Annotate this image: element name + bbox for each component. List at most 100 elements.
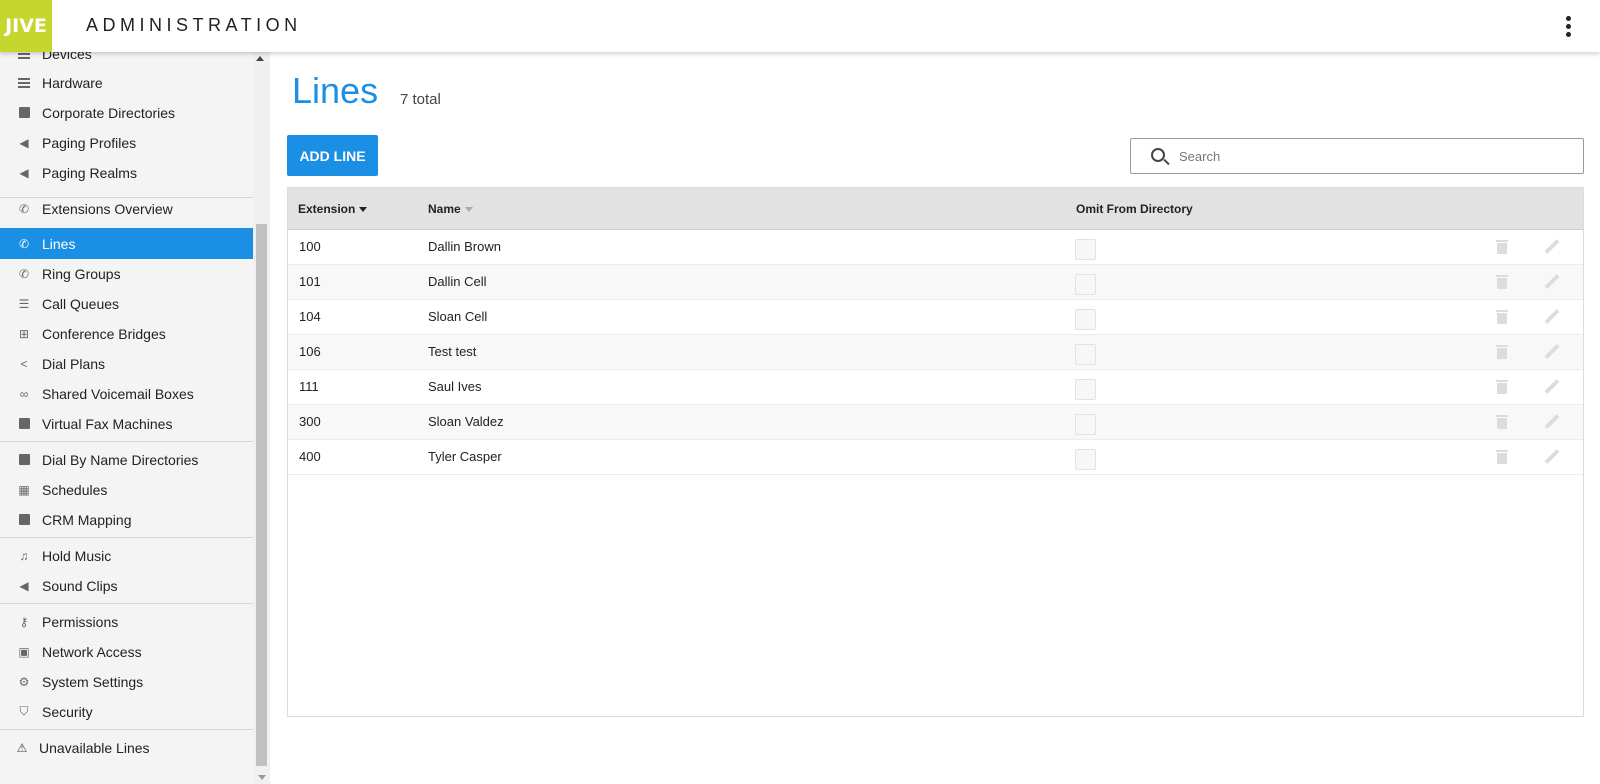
- sidebar-item-label: System Settings: [42, 673, 144, 690]
- sidebar-item-hardware[interactable]: Hardware: [0, 67, 253, 98]
- sidebar-item-label: Dial Plans: [42, 355, 106, 372]
- sidebar-item-unavailable-lines[interactable]: ⚠ Unavailable Lines: [0, 732, 253, 763]
- delete-icon[interactable]: [1496, 240, 1508, 255]
- edit-icon[interactable]: [1544, 379, 1560, 395]
- directory-icon: [17, 453, 31, 467]
- delete-icon[interactable]: [1496, 310, 1508, 325]
- megaphone-icon: ◀: [19, 135, 29, 150]
- delete-icon[interactable]: [1496, 380, 1508, 395]
- sidebar-item-label: Hardware: [42, 74, 103, 91]
- sidebar-item-label: Shared Voicemail Boxes: [42, 385, 194, 402]
- music-icon: ♫: [19, 548, 29, 563]
- sidebar-item-schedules[interactable]: ▦ Schedules: [0, 474, 253, 505]
- edit-icon[interactable]: [1544, 239, 1560, 255]
- table-row[interactable]: 300 Sloan Valdez: [288, 405, 1583, 440]
- add-line-button[interactable]: ADD LINE: [287, 135, 378, 176]
- name-cell: Dallin Cell: [428, 274, 487, 289]
- sidebar-item-security[interactable]: ⛉ Security: [0, 696, 253, 727]
- table-row[interactable]: 106 Test test: [288, 335, 1583, 370]
- phone-icon: ✆: [18, 201, 30, 216]
- sidebar-item-label: Permissions: [42, 613, 119, 630]
- edit-icon[interactable]: [1544, 449, 1560, 465]
- shield-icon: ⛉: [19, 704, 29, 718]
- table-row[interactable]: 100 Dallin Brown: [288, 230, 1583, 265]
- sidebar-item-ring-groups[interactable]: ✆ Ring Groups: [0, 258, 253, 289]
- edit-icon[interactable]: [1544, 309, 1560, 325]
- sidebar-item-virtual-fax-machines[interactable]: Virtual Fax Machines: [0, 408, 253, 439]
- column-header-omit-from-directory: Omit From Directory: [1076, 202, 1193, 216]
- column-header-label: Omit From Directory: [1076, 202, 1193, 216]
- sidebar-item-dial-by-name-directories[interactable]: Dial By Name Directories: [0, 444, 253, 475]
- sidebar-item-crm-mapping[interactable]: CRM Mapping: [0, 504, 253, 535]
- sidebar-item-network-access[interactable]: ▣ Network Access: [0, 636, 253, 667]
- delete-icon[interactable]: [1496, 345, 1508, 360]
- sidebar-item-label: Devices: [42, 52, 92, 62]
- delete-icon[interactable]: [1496, 415, 1508, 430]
- column-header-name[interactable]: Name: [428, 202, 473, 216]
- sidebar-item-label: Network Access: [42, 643, 142, 660]
- sidebar-item-label: Extensions Overview: [42, 200, 173, 217]
- scroll-down-arrow-icon[interactable]: [258, 775, 266, 780]
- sidebar-item-system-settings[interactable]: ⚙ System Settings: [0, 666, 253, 697]
- name-cell: Sloan Cell: [428, 309, 488, 324]
- search-box: [1130, 138, 1584, 174]
- sidebar-item-paging-profiles[interactable]: ◀ Paging Profiles: [0, 127, 253, 158]
- omit-from-directory-checkbox[interactable]: [1075, 309, 1096, 330]
- table-row[interactable]: 400 Tyler Casper: [288, 440, 1583, 475]
- page-title: Lines: [292, 70, 379, 111]
- edit-icon[interactable]: [1544, 274, 1560, 290]
- edit-icon[interactable]: [1544, 344, 1560, 360]
- column-header-extension[interactable]: Extension: [298, 202, 368, 216]
- extension-cell: 104: [299, 309, 321, 324]
- sidebar-item-shared-voicemail-boxes[interactable]: ∞ Shared Voicemail Boxes: [0, 378, 253, 409]
- megaphone-icon: ◀: [19, 165, 29, 180]
- sidebar-item-permissions[interactable]: ⚷ Permissions: [0, 606, 253, 637]
- sidebar-item-hold-music[interactable]: ♫ Hold Music: [0, 540, 253, 571]
- sidebar-item-sound-clips[interactable]: ◀ Sound Clips: [0, 570, 253, 601]
- sidebar-item-label: Security: [42, 703, 93, 720]
- omit-from-directory-checkbox[interactable]: [1075, 414, 1096, 435]
- extension-cell: 111: [299, 379, 319, 394]
- table-row[interactable]: 101 Dallin Cell: [288, 265, 1583, 300]
- edit-icon[interactable]: [1544, 414, 1560, 430]
- omit-from-directory-checkbox[interactable]: [1075, 344, 1096, 365]
- delete-icon[interactable]: [1496, 450, 1508, 465]
- scroll-up-arrow-icon[interactable]: [256, 56, 264, 61]
- more-menu-icon[interactable]: [1562, 16, 1574, 38]
- column-header-label: Extension: [298, 202, 356, 216]
- sidebar-item-lines[interactable]: ✆ Lines: [0, 228, 253, 259]
- name-cell: Dallin Brown: [428, 239, 501, 254]
- devices-icon: [17, 52, 31, 61]
- column-header-label: Name: [428, 202, 461, 216]
- extension-cell: 400: [299, 449, 321, 464]
- omit-from-directory-checkbox[interactable]: [1075, 239, 1096, 260]
- sidebar-divider: [0, 729, 253, 730]
- sidebar-item-extensions-overview[interactable]: ✆ Extensions Overview: [0, 193, 253, 224]
- omit-from-directory-checkbox[interactable]: [1075, 379, 1096, 400]
- name-cell: Tyler Casper: [428, 449, 502, 464]
- sidebar-item-label: Hold Music: [42, 547, 112, 564]
- table-row[interactable]: 104 Sloan Cell: [288, 300, 1583, 335]
- voicemail-icon: ∞: [19, 386, 29, 401]
- hardware-icon: [17, 76, 31, 90]
- jive-logo[interactable]: JIVE: [0, 0, 52, 52]
- scrollbar-thumb[interactable]: [256, 224, 267, 766]
- omit-from-directory-checkbox[interactable]: [1075, 274, 1096, 295]
- top-bar: JIVE ADMINISTRATION: [0, 0, 1600, 52]
- table-row[interactable]: 111 Saul Ives: [288, 370, 1583, 405]
- sidebar-item-call-queues[interactable]: ☰ Call Queues: [0, 288, 253, 319]
- share-icon: <: [20, 356, 28, 371]
- sidebar-item-paging-realms[interactable]: ◀ Paging Realms: [0, 157, 253, 188]
- directory-icon: [17, 106, 31, 120]
- sidebar-scrollbar[interactable]: [253, 52, 270, 784]
- sidebar-item-corporate-directories[interactable]: Corporate Directories: [0, 97, 253, 128]
- sidebar-item-label: Unavailable Lines: [39, 739, 150, 756]
- omit-from-directory-checkbox[interactable]: [1075, 449, 1096, 470]
- sidebar-item-dial-plans[interactable]: < Dial Plans: [0, 348, 253, 379]
- name-cell: Saul Ives: [428, 379, 482, 394]
- search-input[interactable]: [1179, 145, 1569, 167]
- lines-table: Extension Name Omit From Directory 100 D…: [287, 187, 1584, 717]
- delete-icon[interactable]: [1496, 275, 1508, 290]
- sidebar-item-conference-bridges[interactable]: ⊞ Conference Bridges: [0, 318, 253, 349]
- ring-group-icon: ✆: [18, 266, 30, 281]
